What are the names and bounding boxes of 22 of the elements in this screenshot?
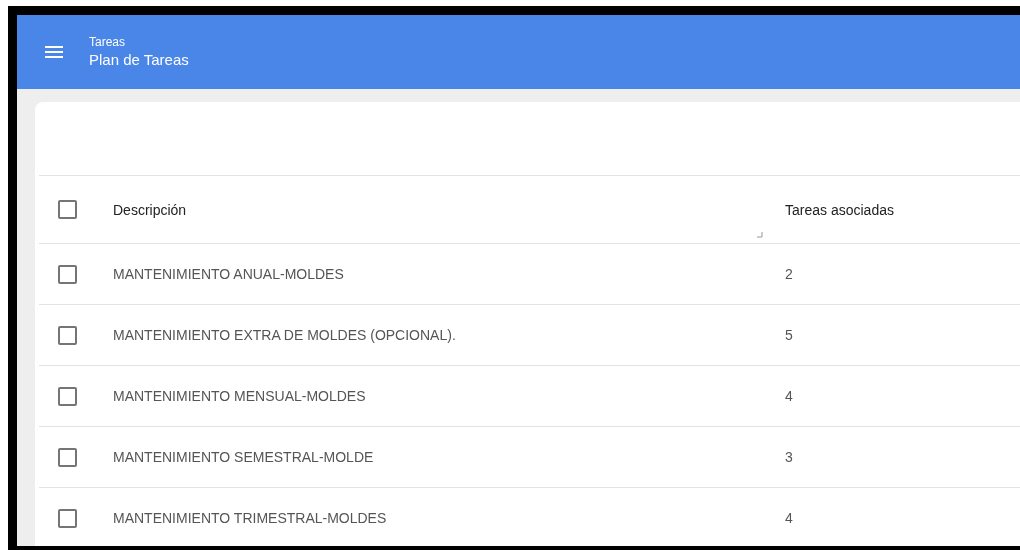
table-cell-text: 5 <box>785 327 794 343</box>
table-cell-text: MANTENIMIENTO EXTRA DE MOLDES (OPCIONAL). <box>113 327 457 343</box>
row-checkbox[interactable] <box>58 325 77 345</box>
table-cell-text: MANTENIMIENTO MENSUAL-MOLDES <box>113 388 367 404</box>
row-checkbox[interactable] <box>58 264 77 284</box>
table-cell-text: 4 <box>785 510 794 526</box>
table-cell-text: 4 <box>785 388 794 404</box>
row-checkbox[interactable] <box>58 447 77 467</box>
column-header[interactable]: Descripción <box>113 201 785 218</box>
select-all-checkbox[interactable] <box>58 200 77 219</box>
table-cell-text: MANTENIMIENTO TRIMESTRAL-MOLDES <box>113 510 388 526</box>
table-cell-text: 2 <box>785 266 794 282</box>
app-title: Plan de Tareas <box>89 50 189 70</box>
row-checkbox[interactable] <box>58 386 77 406</box>
table-cell-text: 3 <box>785 449 794 465</box>
menu-icon[interactable] <box>45 46 63 58</box>
app-subtitle: Tareas <box>89 34 127 50</box>
table-cell-text: MANTENIMIENTO SEMESTRAL-MOLDE <box>113 449 375 465</box>
table-cell-text: MANTENIMIENTO ANUAL-MOLDES <box>113 266 345 282</box>
row-checkbox[interactable] <box>58 508 77 528</box>
resize-handle-icon[interactable] <box>757 232 763 238</box>
column-header[interactable]: Tareas asociadas <box>785 201 1020 218</box>
